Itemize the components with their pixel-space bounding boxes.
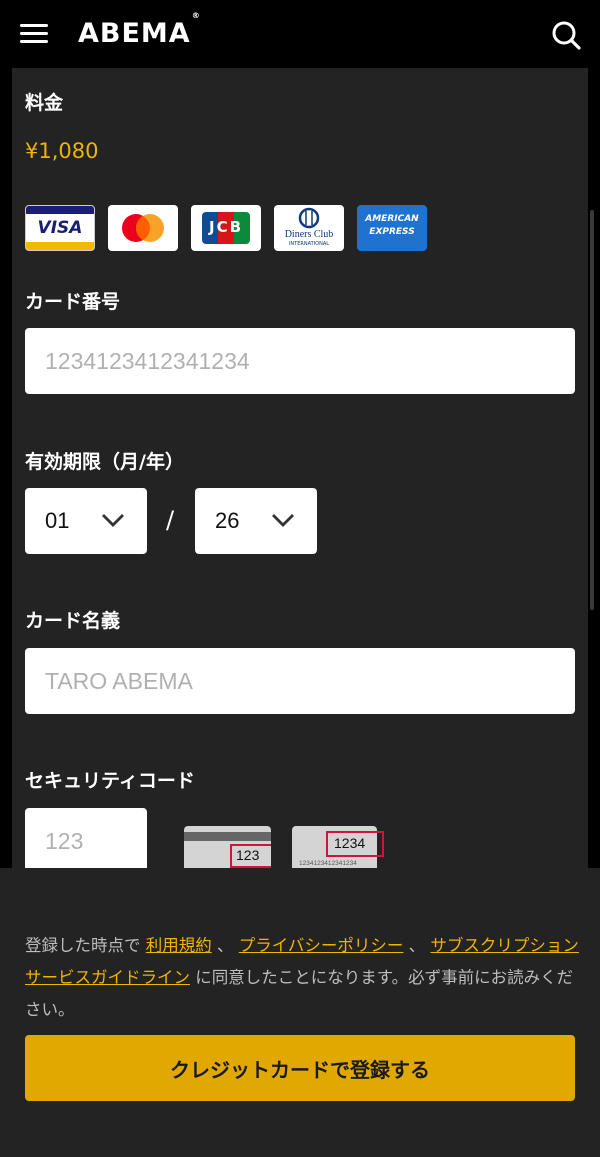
expiry-label: 有効期限（月/年）	[25, 451, 184, 473]
visa-logo: VISA	[25, 205, 95, 251]
card-name-input[interactable]	[25, 648, 575, 714]
card-number-input[interactable]	[25, 328, 575, 394]
price-value: ¥1,080	[25, 139, 99, 163]
menu-icon[interactable]	[20, 24, 48, 44]
expiry-separator: /	[166, 506, 175, 534]
card-name-label: カード名義	[25, 610, 121, 632]
card-back-example: 123	[184, 826, 271, 874]
jcb-logo: JCB	[191, 205, 261, 251]
mastercard-logo	[108, 205, 178, 251]
security-code-label: セキュリティコード	[25, 770, 195, 792]
scrollbar[interactable]	[590, 210, 594, 610]
terms-of-use-link[interactable]: 利用規約	[146, 936, 212, 955]
card-front-example: 1234 1234123412341234	[292, 826, 384, 874]
search-icon[interactable]	[550, 19, 582, 51]
chevron-down-icon	[272, 514, 294, 527]
price-label: 料金	[25, 92, 64, 114]
expiry-year-value: 26	[215, 508, 240, 533]
terms-note: 登録した時点で 利用規約 、 プライバシーポリシー 、 サブスクリプションサービ…	[25, 936, 579, 1019]
register-credit-card-button[interactable]: クレジットカードで登録する	[25, 1035, 575, 1101]
top-bar: ABEMA®	[0, 0, 600, 68]
card-number-label: カード番号	[25, 291, 121, 313]
diners-club-logo: Diners Club INTERNATIONAL	[274, 205, 344, 251]
abema-logo[interactable]: ABEMA®	[78, 11, 201, 49]
expiry-month-value: 01	[45, 508, 70, 533]
privacy-policy-link[interactable]: プライバシーポリシー	[239, 936, 404, 955]
expiry-month-select[interactable]: 01	[25, 488, 147, 554]
expiry-year-select[interactable]: 26	[195, 488, 317, 554]
chevron-down-icon	[102, 514, 124, 527]
american-express-logo: AMERICAN EXPRESS	[357, 205, 427, 251]
security-code-input[interactable]	[25, 808, 147, 874]
